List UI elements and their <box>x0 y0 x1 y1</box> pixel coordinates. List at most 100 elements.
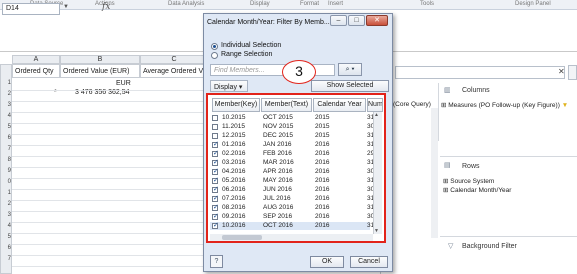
member-checkbox[interactable] <box>212 133 218 139</box>
table-vertical-scrollbar[interactable] <box>373 112 382 234</box>
columns-item-measures[interactable]: ⊞ Measures (PO Follow-up (Key Figure)) ▼ <box>441 101 568 109</box>
header-ordered-qty[interactable]: Ordered Qty <box>12 64 60 78</box>
row-number[interactable]: 0 <box>0 179 12 185</box>
member-row[interactable]: 01.2016JAN 2016201631 <box>210 140 374 149</box>
row-number[interactable]: 8 <box>0 157 12 163</box>
member-checkbox[interactable] <box>212 221 219 229</box>
rows-item-calendar-month[interactable]: ⊞ Calendar Month/Year <box>443 186 511 194</box>
clear-search-icon[interactable]: ✕ <box>558 67 565 76</box>
grid-line <box>12 145 208 146</box>
ribbon-group-design-panel[interactable]: Design Panel <box>515 1 551 7</box>
member-checkbox[interactable] <box>212 203 219 211</box>
row-number[interactable]: 3 <box>0 102 12 108</box>
ribbon-strip: Data Source Actions Data Analysis Displa… <box>0 0 577 10</box>
row-number[interactable]: 7 <box>0 256 12 262</box>
header-ordered-value[interactable]: Ordered Value (EUR) <box>60 64 140 78</box>
find-members-input[interactable]: Find Members... <box>210 64 335 76</box>
row-number[interactable]: 2 <box>0 91 12 97</box>
member-checkbox[interactable] <box>212 140 219 148</box>
member-checkbox[interactable] <box>212 185 219 193</box>
row-number[interactable]: 1 <box>0 190 12 196</box>
close-button[interactable]: ✕ <box>366 15 388 26</box>
ribbon-group-format[interactable]: Format <box>300 1 319 7</box>
member-row[interactable]: 03.2016MAR 2016201631 <box>210 158 374 167</box>
scroll-up-icon[interactable]: ▲ <box>374 112 379 118</box>
display-dropdown[interactable]: Display ▾ <box>210 80 248 92</box>
cancel-button[interactable]: Cancel <box>350 256 388 268</box>
member-checkbox[interactable] <box>212 124 218 130</box>
member-text-cell: APR 2016 <box>263 168 293 175</box>
row-number[interactable]: 3 <box>0 212 12 218</box>
member-checkbox[interactable] <box>212 212 219 220</box>
member-row[interactable]: 08.2016AUG 2016201631 <box>210 203 374 212</box>
member-row[interactable]: 11.2015 NOV 2015 2015 30 <box>210 123 374 131</box>
row-number[interactable]: 2 <box>0 201 12 207</box>
column-header-c[interactable]: C <box>140 55 208 64</box>
fx-icon[interactable]: fx <box>102 2 110 12</box>
show-selected-button[interactable]: Show Selected <box>311 80 389 92</box>
columns-icon: ▥ <box>444 87 451 94</box>
background-filter-divider <box>440 236 577 237</box>
panel-search-input[interactable] <box>395 66 565 79</box>
column-header-member-text[interactable]: Member(Text) <box>261 98 312 112</box>
scroll-down-icon[interactable]: ▼ <box>374 228 379 234</box>
member-year-cell: 2015 <box>315 132 330 139</box>
row-number[interactable]: 6 <box>0 245 12 251</box>
member-checkbox[interactable] <box>212 167 219 175</box>
column-header-calendar-year[interactable]: Calendar Year <box>313 98 366 112</box>
row-number[interactable]: 9 <box>0 168 12 174</box>
row-number[interactable]: 1 <box>0 80 12 86</box>
member-row[interactable]: 06.2016JUN 2016201630 <box>210 185 374 194</box>
row-number[interactable]: 5 <box>0 124 12 130</box>
member-key-cell: 12.2015 <box>222 132 246 139</box>
chevron-down-icon: ▾ <box>238 84 243 91</box>
row-number[interactable]: 4 <box>0 113 12 119</box>
minimize-button[interactable]: – <box>330 15 347 26</box>
member-row[interactable]: 10.2015 OCT 2015 2015 31 <box>210 114 374 122</box>
column-header-number[interactable]: Numb <box>367 98 383 112</box>
columns-title: Columns <box>462 87 490 94</box>
panel-search-button[interactable] <box>568 65 577 80</box>
row-number[interactable]: 4 <box>0 223 12 229</box>
member-checkbox[interactable] <box>212 194 219 202</box>
member-row[interactable]: 07.2016JUL 2016201631 <box>210 194 374 203</box>
radio-range-selection[interactable] <box>211 52 218 59</box>
ribbon-group-tools[interactable]: Tools <box>420 1 434 7</box>
header-average-ordered[interactable]: Average Ordered V <box>140 64 208 78</box>
panel-scrollbar[interactable] <box>431 108 438 238</box>
column-header-member-key[interactable]: Member(Key) <box>212 98 260 112</box>
member-checkbox[interactable] <box>212 149 219 157</box>
member-row[interactable]: 12.2015 DEC 2015 2015 31 <box>210 132 374 140</box>
radio-individual-selection[interactable] <box>211 43 218 50</box>
step-callout: 3 <box>282 60 316 84</box>
member-row[interactable]: 10.2016OCT 2016201631 <box>210 221 374 230</box>
row-number[interactable]: 7 <box>0 146 12 152</box>
name-box[interactable]: D14 <box>2 3 60 15</box>
member-key-cell: 04.2016 <box>222 168 246 175</box>
column-header-b[interactable]: B <box>60 55 140 64</box>
maximize-button[interactable]: □ <box>348 15 365 26</box>
ok-button[interactable]: OK <box>310 256 344 268</box>
member-year-cell: 2016 <box>315 141 330 148</box>
member-checkbox[interactable] <box>212 176 219 184</box>
rows-item-source-system[interactable]: ⊞ Source System <box>443 177 494 185</box>
row-number[interactable]: 6 <box>0 135 12 141</box>
row-number[interactable]: 5 <box>0 234 12 240</box>
ribbon-group-display[interactable]: Display <box>250 1 270 7</box>
name-box-dropdown-icon[interactable]: ▼ <box>63 4 69 10</box>
member-row[interactable]: 04.2016APR 2016201630 <box>210 167 374 176</box>
column-header-a[interactable]: A <box>12 55 60 64</box>
member-checkbox[interactable] <box>212 158 219 166</box>
member-row[interactable]: 09.2016SEP 2016201630 <box>210 212 374 221</box>
horizontal-scroll-thumb[interactable] <box>222 235 262 240</box>
member-row[interactable]: 05.2016MAY 2016201631 <box>210 176 374 185</box>
member-text-cell: DEC 2015 <box>263 132 293 139</box>
dialog-title: Calendar Month/Year: Filter By Memb... <box>207 19 330 26</box>
ribbon-group-data-analysis[interactable]: Data Analysis <box>168 1 204 7</box>
ribbon-group-insert[interactable]: Insert <box>328 1 343 7</box>
member-checkbox[interactable] <box>212 115 218 121</box>
member-row[interactable]: 02.2016FEB 2016201629 <box>210 149 374 158</box>
help-button[interactable]: ? <box>210 255 223 268</box>
filter-icon[interactable]: ▼ <box>562 102 568 109</box>
find-options-button[interactable]: ⌕ ▾ <box>338 63 362 76</box>
